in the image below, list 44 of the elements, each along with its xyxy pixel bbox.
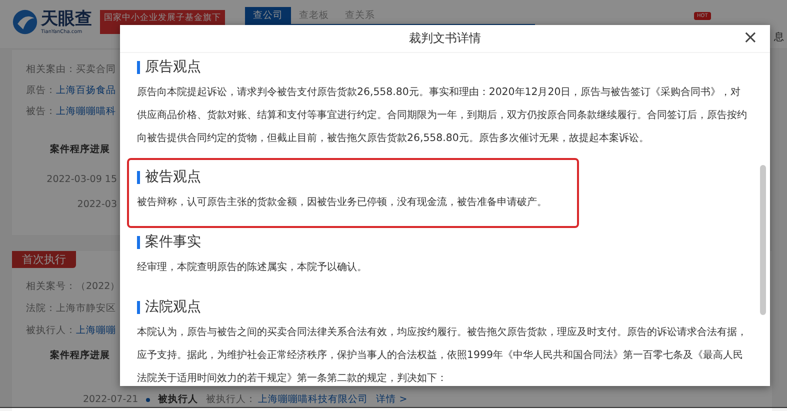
close-button[interactable]: × (738, 27, 762, 49)
company-link[interactable]: 上海嘣嘣喵科 (56, 105, 116, 118)
field-value: 上海市静安区 (56, 302, 116, 315)
field-label: 相关案号： (26, 280, 76, 293)
section-heading: 法院观点 (145, 298, 201, 317)
field-label: 法院： (26, 302, 56, 315)
status-tag: 首次执行 (12, 251, 76, 268)
field-label: 被执行人： (26, 324, 76, 337)
details-link[interactable]: 详情 > (376, 393, 408, 406)
field-label: 原告： (26, 84, 56, 97)
section-title: 案件程序进展 (50, 143, 110, 156)
search-tab[interactable]: 查关系 (337, 7, 383, 24)
section-heading: 被告观点 (145, 168, 201, 187)
section-title: 案件程序进展 (50, 349, 110, 362)
accent-bar (137, 300, 140, 314)
dialog-title: 裁判文书详情 (409, 30, 481, 47)
section-heading: 原告观点 (145, 58, 201, 77)
section-text: 原告向本院提起诉讼，请求判令被告支付原告货款26,558.80元。事实和理由：2020年12月20日，原告与被告签订《采购合同书》，对供应商品价格、货款对账、结算和支付等事宜进行约定。合同期限为一年，到期后，双方仍按原合同条款继续履行。合同签订后，原告按约向被告提供合同约定的货物，但截止目前，被告拖欠原告货款26,558.80元。原告多次催讨无果，故提起本案诉讼。 (137, 86, 748, 146)
search-tab[interactable]: 查公司 (245, 7, 291, 24)
role-label: 被执行人 (158, 393, 198, 406)
logo-text[interactable]: 天眼查 (41, 10, 92, 28)
logo-icon (12, 9, 38, 35)
date-text: 2022-07-21 (83, 393, 138, 406)
field-label: 被执行人： (206, 393, 256, 406)
scrollbar-thumb[interactable] (760, 165, 766, 315)
dot-icon (146, 398, 150, 402)
accent-bar (137, 60, 140, 74)
company-link[interactable]: 上海百扬食品 (56, 84, 116, 97)
section-text: 被告辩称，认可原告主张的货款金额，因被告业务已停顿，没有现金流，被告准备申请破产。 (137, 196, 547, 210)
field-label: 被告： (26, 105, 56, 118)
date-text: 2022-03-09 15 (46, 173, 117, 186)
accent-bar (137, 170, 140, 184)
section-heading: 案件事实 (145, 233, 201, 252)
company-link[interactable]: 上海嘣嘣 (76, 324, 116, 337)
nav-link[interactable]: 息 (774, 30, 784, 44)
company-link[interactable]: 上海嘣嘣喵科技有限公司 (258, 393, 368, 406)
field-label: 相关案由： (26, 63, 76, 76)
date-text: 2022-03 (76, 198, 117, 211)
field-value: （2022） (76, 280, 120, 293)
accent-bar (137, 236, 140, 248)
field-value: 买卖合同 (76, 63, 116, 76)
section-text: 经审理，本院查明原告的陈述属实，本院予以确认。 (137, 260, 368, 275)
search-tab[interactable]: 查老板 (291, 7, 337, 24)
section-text: 本院认为，原告与被告之间的买卖合同法律关系合法有效，均应按约履行。被告拖欠原告货款，理应及时支付。原告的诉讼请求合法有据，应予支持。据此，为维护社会正常经济秩序，保护当事人的合法权益，依照1999年《中华人民共和国合同法》第一百零七条及《最高人民法院关于适用时间效力的若干规定》第一条第二款的规定，判决如下： (137, 326, 748, 386)
